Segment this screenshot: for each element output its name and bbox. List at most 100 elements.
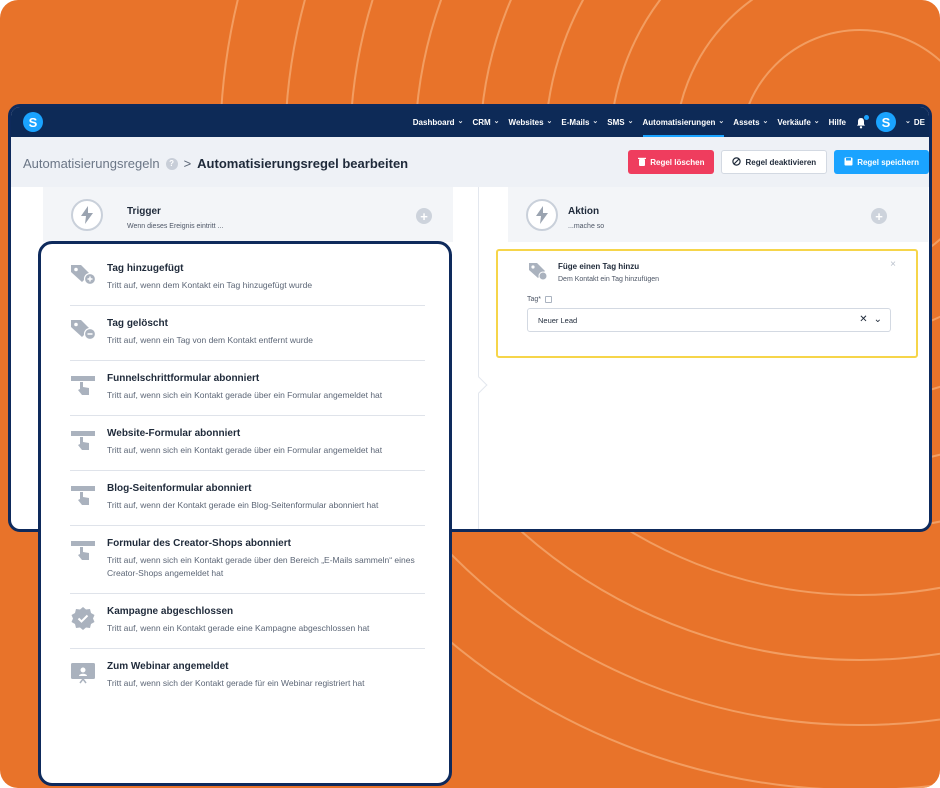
trigger-item[interactable]: Tag gelöscht Tritt auf, wenn ein Tag von…	[70, 306, 425, 361]
trigger-item[interactable]: Website-Formular abonniert Tritt auf, we…	[70, 416, 425, 471]
language-selector[interactable]: ⌄ DE	[905, 107, 925, 137]
form-pointer-icon	[70, 373, 98, 397]
nav-item-crm[interactable]: CRM ⌄	[472, 107, 499, 137]
breadcrumb-parent[interactable]: Automatisierungsregeln	[23, 156, 160, 171]
save-rule-button[interactable]: Regel speichern	[834, 150, 929, 174]
chevron-down-icon: ⌄	[493, 118, 500, 125]
tag-field-label: Tag*	[527, 296, 553, 303]
nav-label: E-Mails	[561, 117, 590, 127]
deactivate-rule-button[interactable]: Regel deaktivieren	[721, 150, 828, 174]
page-title: Automatisierungsregel bearbeiten	[197, 156, 409, 171]
nav-item-automatisierungen[interactable]: Automatisierungen ⌄	[642, 107, 725, 137]
trash-icon	[638, 157, 647, 168]
chevron-down-icon[interactable]: ⌄	[874, 314, 882, 325]
nav-label: SMS	[607, 117, 625, 127]
trigger-item[interactable]: Tag hinzugefügt Tritt auf, wenn dem Kont…	[70, 251, 425, 306]
nav-label: CRM	[472, 117, 491, 127]
chevron-down-icon: ⌄	[627, 118, 634, 125]
nav-item-websites[interactable]: Websites ⌄	[509, 107, 553, 137]
chevron-down-icon: ⌄	[546, 118, 553, 125]
trigger-description: Tritt auf, wenn sich ein Kontakt gerade …	[107, 390, 383, 400]
action-card-title: Füge einen Tag hinzu	[558, 262, 640, 271]
chevron-down-icon: ⌄	[592, 118, 599, 125]
nav-item-verkaeufe[interactable]: Verkäufe ⌄	[777, 107, 819, 137]
clear-icon[interactable]: ✕	[859, 314, 867, 325]
trigger-item[interactable]: Zum Webinar angemeldet Tritt auf, wenn s…	[70, 649, 425, 703]
trigger-title: Tag gelöscht	[107, 318, 168, 329]
form-pointer-icon	[70, 428, 98, 452]
delete-rule-button[interactable]: Regel löschen	[628, 150, 715, 174]
nav-label: Automatisierungen	[642, 117, 716, 127]
trigger-item[interactable]: Formular des Creator-Shops abonniert Tri…	[70, 526, 425, 594]
nav-label: Websites	[508, 117, 544, 127]
notification-dot	[864, 115, 869, 120]
nav-item-dashboard[interactable]: Dashboard ⌄	[413, 107, 464, 137]
tag-plus-icon	[70, 263, 98, 287]
deactivate-rule-label: Regel deaktivieren	[745, 157, 817, 167]
chevron-down-icon: ⌄	[813, 118, 820, 125]
trigger-header: Trigger Wenn dieses Ereignis eintritt ..…	[43, 187, 453, 242]
top-navigation: S Dashboard ⌄ CRM ⌄ Websites ⌄ E-Mails ⌄ SMS…	[11, 107, 929, 137]
trigger-subtitle: Wenn dieses Ereignis eintritt ...	[127, 223, 224, 230]
badge-check-icon	[70, 606, 98, 630]
background-canvas: S Dashboard ⌄ CRM ⌄ Websites ⌄ E-Mails ⌄ SMS…	[0, 0, 940, 788]
tag-select[interactable]: Neuer Lead ✕ ⌄	[527, 308, 891, 332]
avatar[interactable]: S	[876, 112, 896, 132]
trigger-description: Tritt auf, wenn der Kontakt gerade ein B…	[107, 500, 379, 510]
trigger-description: Tritt auf, wenn ein Kontakt gerade eine …	[107, 623, 370, 633]
chevron-down-icon: ⌄	[718, 118, 725, 125]
column-divider	[478, 187, 479, 529]
action-title: Aktion	[568, 206, 600, 217]
trigger-item[interactable]: Funnelschrittformular abonniert Tritt au…	[70, 361, 425, 416]
app-logo[interactable]: S	[23, 112, 43, 132]
nav-item-hilfe[interactable]: Hilfe	[829, 107, 846, 137]
select-controls: ✕ ⌄	[859, 314, 882, 325]
save-icon	[844, 157, 853, 168]
tag-icon	[528, 262, 548, 285]
trigger-title: Blog-Seitenformular abonniert	[107, 483, 252, 494]
lightning-icon	[71, 199, 103, 231]
action-card-subtitle: Dem Kontakt ein Tag hinzufügen	[558, 276, 660, 283]
chevron-down-icon: ⌄	[457, 118, 464, 125]
language-label: DE	[913, 117, 925, 127]
breadcrumb: Automatisierungsregeln ? > Automatisieru…	[23, 156, 408, 171]
breadcrumb-separator: >	[183, 156, 192, 171]
chevron-down-icon: ⌄	[762, 118, 769, 125]
trigger-description: Tritt auf, wenn ein Tag von dem Kontakt …	[107, 335, 314, 345]
nav-items: Dashboard ⌄ CRM ⌄ Websites ⌄ E-Mails ⌄ SMS ⌄ …	[413, 107, 925, 137]
trigger-item[interactable]: Blog-Seitenformular abonniert Tritt auf,…	[70, 471, 425, 526]
close-icon[interactable]: ×	[890, 259, 896, 270]
header-actions: Regel löschen Regel deaktivieren Regel s…	[628, 150, 929, 174]
bell-icon[interactable]	[855, 115, 869, 129]
nav-item-assets[interactable]: Assets ⌄	[733, 107, 768, 137]
nav-label: Verkäufe	[777, 117, 811, 127]
trigger-title: Formular des Creator-Shops abonniert	[107, 538, 291, 549]
nav-item-emails[interactable]: E-Mails ⌄	[561, 107, 598, 137]
chevron-down-icon: ⌄	[905, 118, 911, 125]
trigger-title: Funnelschrittformular abonniert	[107, 373, 260, 384]
trigger-title: Website-Formular abonniert	[107, 428, 241, 439]
ban-icon	[732, 156, 742, 168]
action-subtitle: ...mache so	[568, 223, 605, 230]
trigger-title: Zum Webinar angemeldet	[107, 661, 229, 672]
lightning-icon	[526, 199, 558, 231]
flow-arrow	[470, 376, 488, 394]
add-trigger-icon[interactable]: +	[416, 208, 432, 224]
nav-item-sms[interactable]: SMS ⌄	[607, 107, 633, 137]
action-card-add-tag[interactable]: Füge einen Tag hinzu Dem Kontakt ein Tag…	[496, 249, 918, 358]
trigger-description: Tritt auf, wenn dem Kontakt ein Tag hinz…	[107, 280, 313, 290]
trigger-description: Tritt auf, wenn sich der Kontakt gerade …	[107, 678, 365, 688]
delete-rule-label: Regel löschen	[650, 157, 705, 167]
add-action-icon[interactable]: +	[871, 208, 887, 224]
trigger-list: Tag hinzugefügt Tritt auf, wenn dem Kont…	[70, 251, 425, 703]
trigger-description: Tritt auf, wenn sich ein Kontakt gerade …	[107, 555, 415, 578]
help-icon[interactable]: ?	[165, 157, 178, 170]
form-pointer-icon	[70, 483, 98, 507]
external-link-icon[interactable]	[545, 296, 553, 303]
save-rule-label: Regel speichern	[857, 157, 919, 167]
trigger-title: Tag hinzugefügt	[107, 263, 184, 274]
trigger-item[interactable]: Kampagne abgeschlossen Tritt auf, wenn e…	[70, 594, 425, 649]
tag-select-value: Neuer Lead	[538, 315, 578, 325]
action-header: Aktion ...mache so +	[508, 187, 928, 242]
trigger-list-panel: Tag hinzugefügt Tritt auf, wenn dem Kont…	[38, 241, 452, 786]
